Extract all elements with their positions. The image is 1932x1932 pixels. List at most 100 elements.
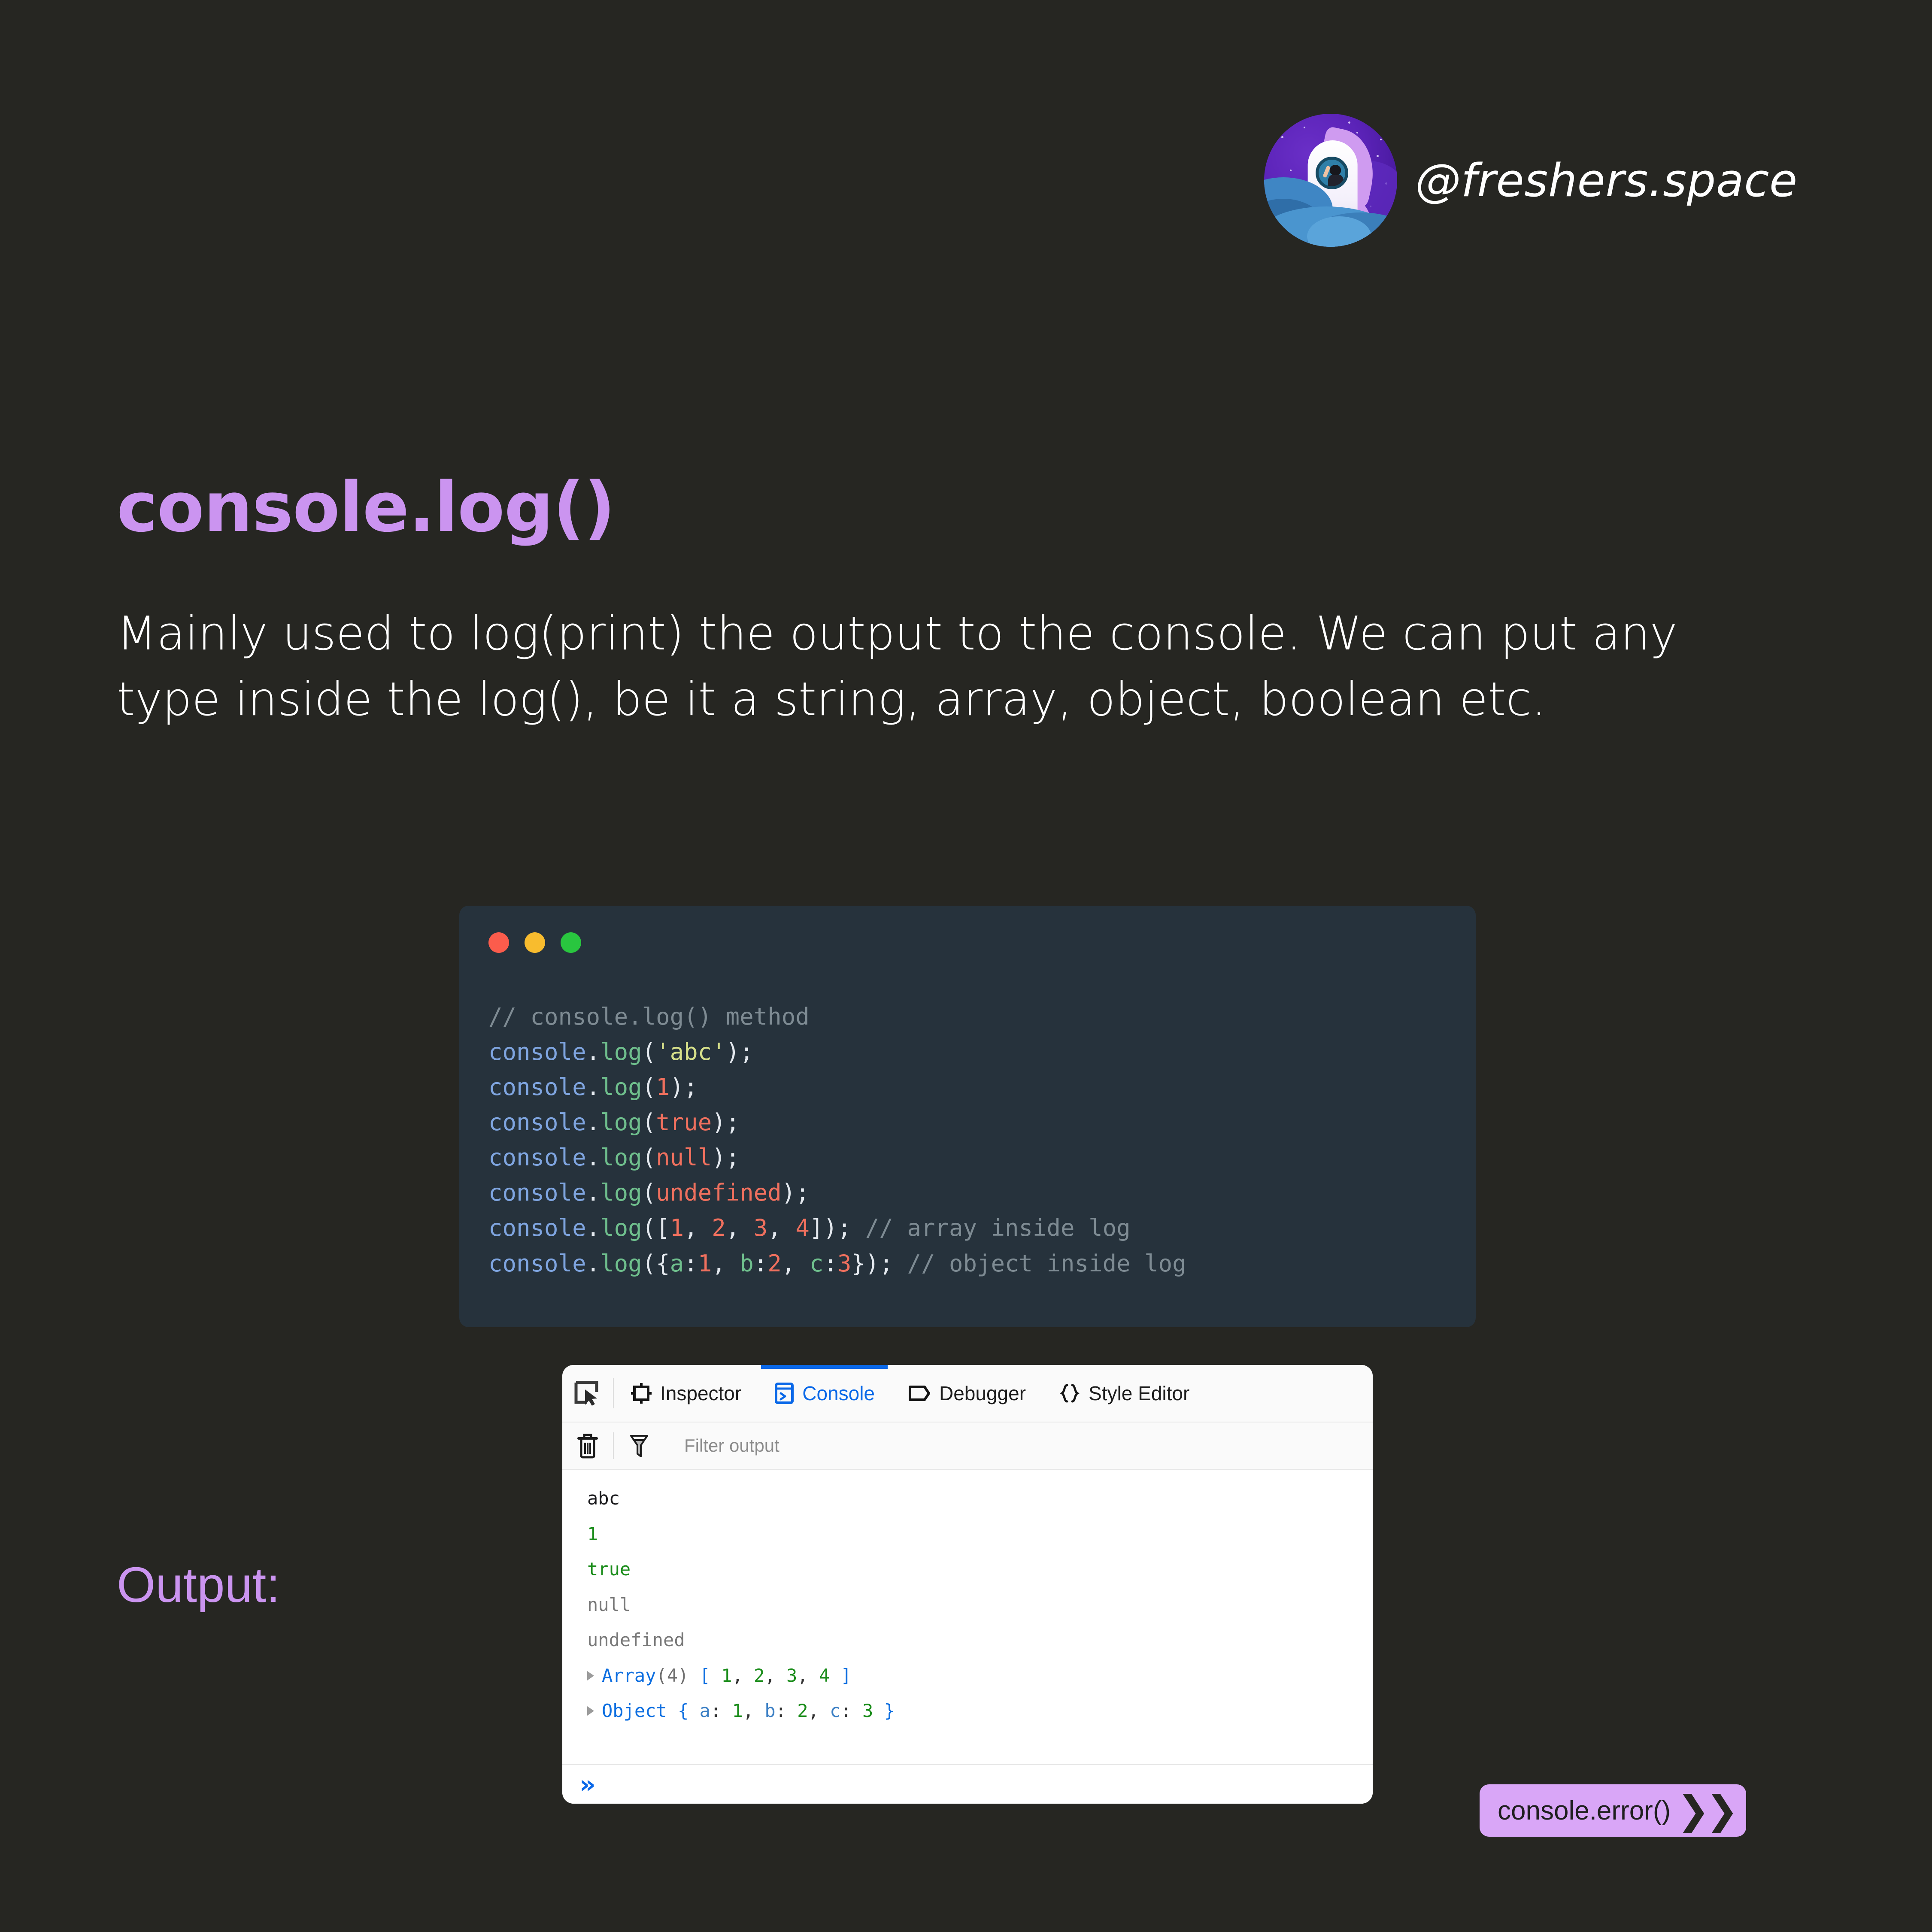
code-paren-close: ); [725, 1038, 754, 1066]
code-fn: log [600, 1038, 642, 1066]
code-key: b [740, 1250, 754, 1277]
console-row-boolean[interactable]: true [562, 1552, 1373, 1587]
devtools-panel: Inspector Console Debugger Style Editor … [562, 1365, 1373, 1804]
code-paren: ( [642, 1179, 656, 1207]
style-editor-braces-icon [1059, 1382, 1081, 1404]
expand-triangle-icon[interactable] [587, 1671, 594, 1680]
console-row-string[interactable]: abc [562, 1481, 1373, 1516]
output-label: Output: [117, 1557, 280, 1613]
code-keyword: null [656, 1144, 712, 1171]
code-number: 1 [656, 1074, 670, 1101]
log-item: 4 [819, 1665, 830, 1686]
code-paren: ( [642, 1038, 656, 1066]
log-value: 1 [587, 1523, 598, 1544]
console-row-array[interactable]: Array (4) [ 1, 2, 3, 4 ] [562, 1658, 1373, 1694]
log-value: abc [587, 1488, 620, 1509]
code-number: 3 [837, 1250, 852, 1277]
console-row-null[interactable]: null [562, 1587, 1373, 1623]
log-val: 3 [862, 1700, 873, 1721]
code-object: console [488, 1144, 586, 1171]
tab-style-editor[interactable]: Style Editor [1042, 1365, 1206, 1422]
close-dot[interactable] [488, 932, 509, 953]
filter-output-input[interactable]: Filter output [664, 1435, 1373, 1456]
brand-handle: @freshers.space [1415, 154, 1798, 207]
tab-inspector-label: Inspector [660, 1382, 742, 1404]
brand-header: @freshers.space [1264, 114, 1798, 247]
rocket-avatar-icon [1264, 114, 1397, 247]
code-dot: . [586, 1109, 601, 1136]
code-number: 1 [698, 1250, 712, 1277]
code-number: 3 [753, 1214, 768, 1242]
tab-debugger[interactable]: Debugger [891, 1365, 1042, 1422]
code-paren: ( [642, 1074, 656, 1101]
log-bracket-close: ] [840, 1665, 852, 1686]
minimize-dot[interactable] [525, 932, 545, 953]
page-title: console.log() [117, 467, 616, 547]
log-value: true [587, 1559, 631, 1580]
log-key: c [830, 1700, 841, 1721]
code-dot: . [586, 1144, 601, 1171]
tab-console-label: Console [802, 1382, 875, 1404]
code-paren-close: ); [712, 1109, 740, 1136]
code-fn: log [600, 1179, 642, 1207]
code-bracket-close: ]); [809, 1214, 852, 1242]
code-fn: log [600, 1214, 642, 1242]
expand-triangle-icon[interactable] [587, 1706, 594, 1716]
next-topic-label: console.error() [1498, 1796, 1671, 1826]
code-dot: . [586, 1038, 601, 1066]
maximize-dot[interactable] [561, 932, 581, 953]
tab-style-editor-label: Style Editor [1089, 1382, 1190, 1404]
devtools-filterbar: Filter output [562, 1422, 1373, 1470]
code-key: c [809, 1250, 824, 1277]
log-key: a [699, 1700, 710, 1721]
code-paren-close: ); [712, 1144, 740, 1171]
log-item: 2 [754, 1665, 765, 1686]
devtools-tabbar: Inspector Console Debugger Style Editor [562, 1365, 1373, 1422]
code-dot: . [586, 1074, 601, 1101]
console-row-object[interactable]: Object { a: 1, b: 2, c: 3 } [562, 1693, 1373, 1729]
code-paren-close: ); [781, 1179, 810, 1207]
debugger-pentagon-icon [907, 1383, 931, 1404]
rocket-window-icon [1316, 157, 1349, 189]
code-fn: log [600, 1109, 642, 1136]
log-type: Object [602, 1700, 667, 1721]
double-chevron-icon: » [579, 1770, 596, 1799]
code-number: 2 [712, 1214, 726, 1242]
log-brace-close: } [884, 1700, 895, 1721]
code-object: console [488, 1250, 586, 1277]
code-dot: . [586, 1214, 601, 1242]
code-number: 1 [670, 1214, 684, 1242]
trash-icon[interactable] [562, 1432, 613, 1459]
code-object: console [488, 1074, 586, 1101]
code-string: 'abc' [656, 1038, 726, 1066]
log-value: undefined [587, 1629, 685, 1650]
lead-paragraph: Mainly used to log(print) the output to … [117, 607, 1677, 727]
code-dot: . [586, 1250, 601, 1277]
funnel-icon[interactable] [614, 1432, 664, 1459]
code-fn: log [600, 1074, 642, 1101]
code-object: console [488, 1038, 586, 1066]
devtools-tablist: Inspector Console Debugger Style Editor [614, 1365, 1206, 1422]
console-input-prompt[interactable]: » [562, 1764, 1373, 1804]
log-count: (4) [656, 1665, 689, 1686]
console-row-number[interactable]: 1 [562, 1516, 1373, 1552]
code-keyword: undefined [656, 1179, 782, 1207]
code-block: // console.log() method console.log('abc… [488, 1003, 1186, 1277]
tab-console[interactable]: Console [758, 1365, 891, 1422]
code-comment: // console.log() method [488, 1003, 810, 1030]
code-dot: . [586, 1179, 601, 1207]
element-picker-icon[interactable] [562, 1365, 613, 1422]
code-comment: // object inside log [907, 1250, 1186, 1277]
code-key: a [670, 1250, 684, 1277]
code-brace-close: }); [851, 1250, 893, 1277]
console-row-undefined[interactable]: undefined [562, 1623, 1373, 1658]
tab-inspector[interactable]: Inspector [614, 1365, 758, 1422]
code-object: console [488, 1179, 586, 1207]
code-keyword: true [656, 1109, 712, 1136]
double-chevron-right-icon: ❯❯ [1677, 1787, 1738, 1833]
next-topic-button[interactable]: console.error() ❯❯ [1480, 1784, 1747, 1837]
log-bracket-open: [ [699, 1665, 710, 1686]
log-key: b [764, 1700, 776, 1721]
code-paren: ( [642, 1109, 656, 1136]
code-paren-close: ); [670, 1074, 698, 1101]
